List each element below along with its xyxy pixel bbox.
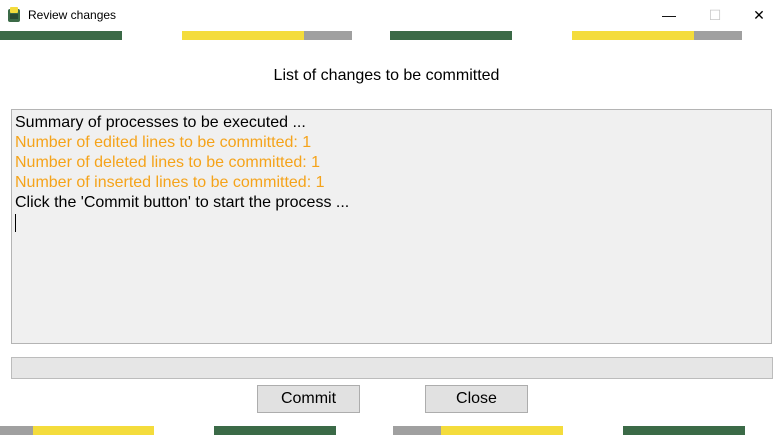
log-line: Summary of processes to be executed ... bbox=[15, 114, 306, 131]
commit-button[interactable]: Commit bbox=[257, 385, 360, 413]
stripe-top-6 bbox=[694, 31, 742, 40]
stripe-bottom-3 bbox=[214, 426, 336, 435]
log-line: Number of edited lines to be committed: … bbox=[15, 134, 312, 151]
log-line: Number of inserted lines to be committed… bbox=[15, 174, 325, 191]
stripe-top-3 bbox=[304, 31, 352, 40]
stripe-bottom-4 bbox=[393, 426, 441, 435]
window-close-button[interactable]: ✕ bbox=[736, 0, 780, 30]
stripe-bottom-1 bbox=[0, 426, 33, 435]
progress-bar bbox=[11, 357, 773, 379]
close-button[interactable]: Close bbox=[425, 385, 528, 413]
log-line: Click the 'Commit button' to start the p… bbox=[15, 194, 350, 211]
title-bar: Review changes — ☐ ✕ bbox=[0, 0, 780, 30]
stripe-bottom-5 bbox=[441, 426, 563, 435]
stripe-top-4 bbox=[390, 31, 512, 40]
stripe-bottom-6 bbox=[623, 426, 745, 435]
window-title: Review changes bbox=[28, 8, 117, 22]
stripe-bottom-2 bbox=[33, 426, 154, 435]
app-icon bbox=[8, 7, 20, 22]
changes-log-textbox[interactable]: Summary of processes to be executed ... … bbox=[11, 109, 772, 344]
maximize-button[interactable]: ☐ bbox=[692, 0, 738, 30]
stripe-top-5 bbox=[572, 31, 694, 40]
stripe-top-2 bbox=[182, 31, 304, 40]
page-heading: List of changes to be committed bbox=[273, 67, 500, 84]
stripe-top-1 bbox=[0, 31, 122, 40]
minimize-button[interactable]: — bbox=[646, 0, 692, 30]
log-line: Number of deleted lines to be committed:… bbox=[15, 154, 321, 171]
text-caret bbox=[15, 213, 768, 238]
